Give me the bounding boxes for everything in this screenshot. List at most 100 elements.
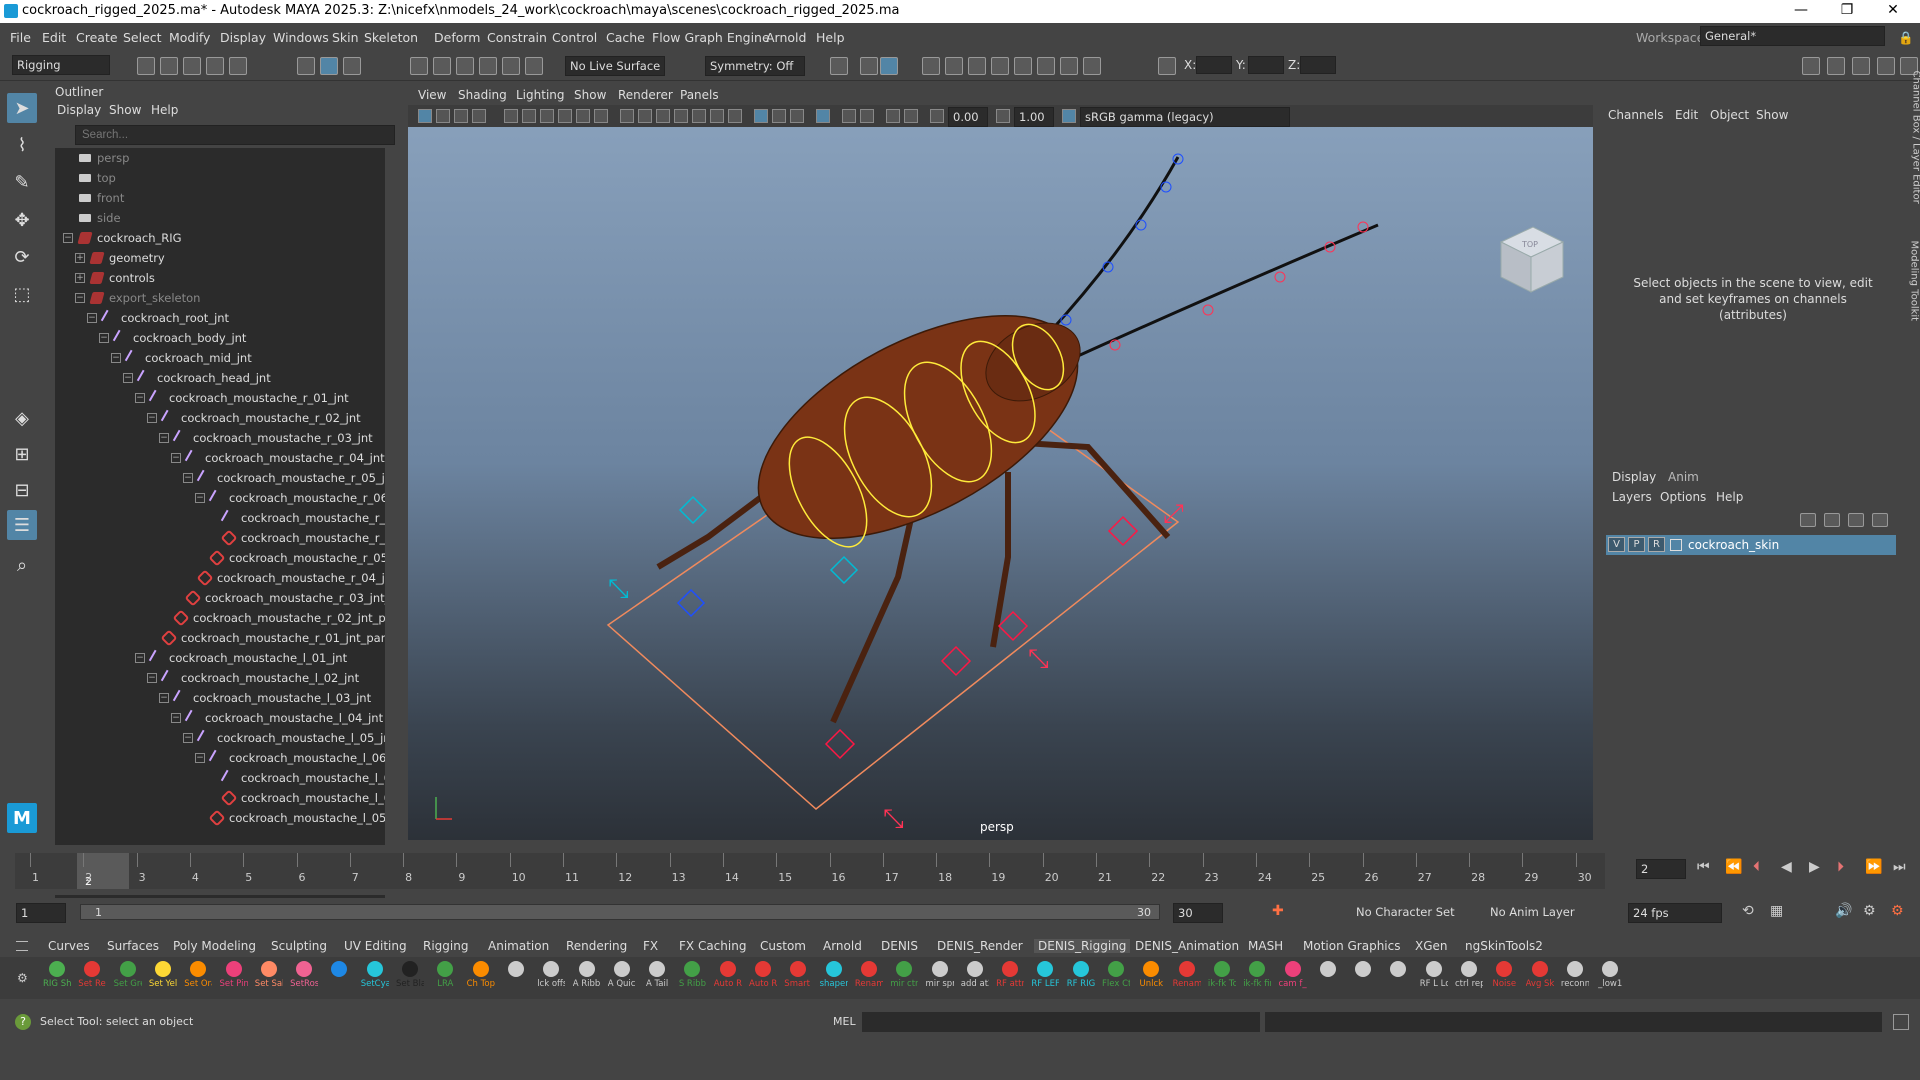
shelf-button[interactable]: RF RIGH: [1067, 961, 1095, 989]
play-forward-icon[interactable]: ▶: [1809, 859, 1820, 875]
expand-toggle-icon[interactable]: −: [135, 393, 145, 403]
step-forward-key-icon[interactable]: ⏩: [1865, 859, 1882, 875]
shelf-tab-mash[interactable]: MASH: [1248, 939, 1283, 953]
menu-display[interactable]: Display: [220, 30, 266, 45]
command-line-input[interactable]: [862, 1012, 1260, 1032]
arnold-ipr-icon[interactable]: [1014, 57, 1032, 75]
shelf-button[interactable]: Set Pinl: [220, 961, 248, 989]
save-scene-icon[interactable]: [183, 57, 201, 75]
outliner-row[interactable]: − cockroach_moustache_l_02_jnt: [147, 668, 359, 688]
maximize-button[interactable]: ❐: [1824, 0, 1870, 23]
shelf-button[interactable]: Set Bla: [396, 961, 424, 989]
vp-menu-lighting[interactable]: Lighting: [516, 88, 565, 102]
shelf-tab-uv-editing[interactable]: UV Editing: [344, 939, 407, 953]
gamma-icon[interactable]: [996, 109, 1010, 123]
maya-home-icon[interactable]: M: [7, 803, 37, 833]
minimize-button[interactable]: —: [1778, 0, 1824, 23]
shelf-button[interactable]: mir spr: [926, 961, 954, 989]
outliner-row[interactable]: cockroach_moustache_l_05_jn: [208, 808, 385, 828]
expand-toggle-icon[interactable]: −: [171, 713, 181, 723]
shelf-button[interactable]: Set Sal: [255, 961, 283, 989]
antenna-ctrl-l-5[interactable]: [1109, 339, 1121, 351]
playback-options-icon[interactable]: ⚙: [1891, 903, 1904, 919]
vp-menu-panels[interactable]: Panels: [680, 88, 719, 102]
go-start-icon[interactable]: ⏮: [1697, 859, 1710, 875]
select-object-icon[interactable]: [320, 57, 338, 75]
expand-toggle-icon[interactable]: −: [87, 313, 97, 323]
select-hierarchy-icon[interactable]: [297, 57, 315, 75]
shelf-button[interactable]: [1349, 961, 1377, 979]
expand-toggle-icon[interactable]: −: [183, 473, 193, 483]
shelf-button[interactable]: Auto RIG: [749, 961, 777, 989]
lasso-tool-icon[interactable]: ⌇: [7, 130, 37, 160]
time-slider[interactable]: 2 1 2 3 4 5 6 7 8 9 10 11 12 13 14 15 16 17 18 19 20 21 22 23 2…: [0, 845, 1920, 895]
default-light-icon[interactable]: [656, 109, 670, 123]
render-view-icon[interactable]: [880, 57, 898, 75]
shelf-settings-icon[interactable]: ⚙: [17, 971, 28, 985]
snap-grid-icon[interactable]: [410, 57, 428, 75]
outliner-row[interactable]: − cockroach_root_jnt: [87, 308, 229, 328]
two-pane-icon[interactable]: ⊟: [7, 475, 37, 505]
shelf-button[interactable]: RF L Lo: [1420, 961, 1448, 989]
play-back-icon[interactable]: ◀: [1781, 859, 1792, 875]
arnold-render-icon[interactable]: [991, 57, 1009, 75]
expand-toggle-icon[interactable]: −: [123, 373, 133, 383]
expand-toggle-icon[interactable]: −: [183, 733, 193, 743]
shelf-button[interactable]: [1314, 961, 1342, 979]
shelf-tab-curves[interactable]: Curves: [48, 939, 90, 953]
outliner-row[interactable]: − cockroach_RIG: [63, 228, 182, 248]
xray-icon[interactable]: [754, 109, 768, 123]
layer-menu-layers[interactable]: Layers: [1612, 490, 1652, 504]
shelf-button[interactable]: lck offs: [537, 961, 565, 989]
shelf-menu-icon[interactable]: [16, 941, 28, 951]
shelf-button[interactable]: [325, 961, 353, 979]
shelf-button[interactable]: A Quick: [608, 961, 636, 989]
bookmark-icon[interactable]: [454, 109, 468, 123]
outliner-row[interactable]: cockroach_moustache_l_07_: [220, 768, 385, 788]
outliner-row[interactable]: − cockroach_moustache_l_06_jn: [195, 748, 385, 768]
anim-layer-select[interactable]: No Anim Layer: [1486, 903, 1604, 921]
shelf-tab-rendering[interactable]: Rendering: [566, 939, 627, 953]
shelf-button[interactable]: mir ctrl: [890, 961, 918, 989]
antialias-icon[interactable]: [904, 109, 918, 123]
layer-move-up-icon[interactable]: [1800, 513, 1816, 527]
camera-select-icon[interactable]: [418, 109, 432, 123]
new-layer-icon[interactable]: [1848, 513, 1864, 527]
menu-help[interactable]: Help: [816, 30, 845, 45]
menu-control[interactable]: Control: [552, 30, 597, 45]
rotate-tool-icon[interactable]: ⟳: [7, 242, 37, 272]
vp-menu-view[interactable]: View: [418, 88, 446, 102]
character-set-select[interactable]: No Character Set: [1352, 903, 1470, 921]
ik-ctrl-red-3[interactable]: [1107, 515, 1139, 547]
snap-point-icon[interactable]: [456, 57, 474, 75]
side-tab-channel-box[interactable]: Channel Box / Layer Editor: [1911, 71, 1920, 251]
expand-toggle-icon[interactable]: −: [63, 233, 73, 243]
antenna-ctrl-l-3[interactable]: [1274, 271, 1286, 283]
expand-toggle-icon[interactable]: −: [195, 493, 205, 503]
sidebar-toggle-icon[interactable]: [1802, 57, 1820, 75]
script-language-label[interactable]: MEL: [833, 1015, 856, 1028]
shelf-button[interactable]: Set Red: [78, 961, 106, 989]
shelf-button[interactable]: A Tail: [643, 961, 671, 989]
outliner-menu-help[interactable]: Help: [151, 103, 178, 117]
channel-box-toggle-icon[interactable]: [1877, 57, 1895, 75]
outliner-row[interactable]: cockroach_moustache_r_02_jnt_pare: [172, 608, 385, 628]
shelf-button[interactable]: RIG Sha: [43, 961, 71, 989]
shelf-button[interactable]: RF attr: [996, 961, 1024, 989]
select-tool-icon[interactable]: ➤: [7, 93, 37, 123]
menu-constrain[interactable]: Constrain: [487, 30, 547, 45]
outliner-row[interactable]: cockroach_moustache_r_05_jr: [208, 548, 385, 568]
outliner-row[interactable]: cockroach_moustache_r_04_jnt_: [196, 568, 385, 588]
redo-icon[interactable]: [229, 57, 247, 75]
antenna-ctrl-l-4[interactable]: [1202, 304, 1214, 316]
shelf-tab-fx-caching[interactable]: FX Caching: [679, 939, 746, 953]
shelf-button[interactable]: LRA: [431, 961, 459, 989]
shelf-button[interactable]: Renam: [1173, 961, 1201, 989]
ik-ctrl-red-1[interactable]: [824, 728, 856, 760]
hypershade-icon[interactable]: [945, 57, 963, 75]
expand-toggle-icon[interactable]: −: [75, 293, 85, 303]
color-management-icon[interactable]: [1062, 109, 1076, 123]
tab-display[interactable]: Display: [1612, 470, 1656, 484]
shelf-button[interactable]: Smart Eye RIG: [784, 961, 812, 989]
cb-menu-show[interactable]: Show: [1756, 108, 1788, 122]
